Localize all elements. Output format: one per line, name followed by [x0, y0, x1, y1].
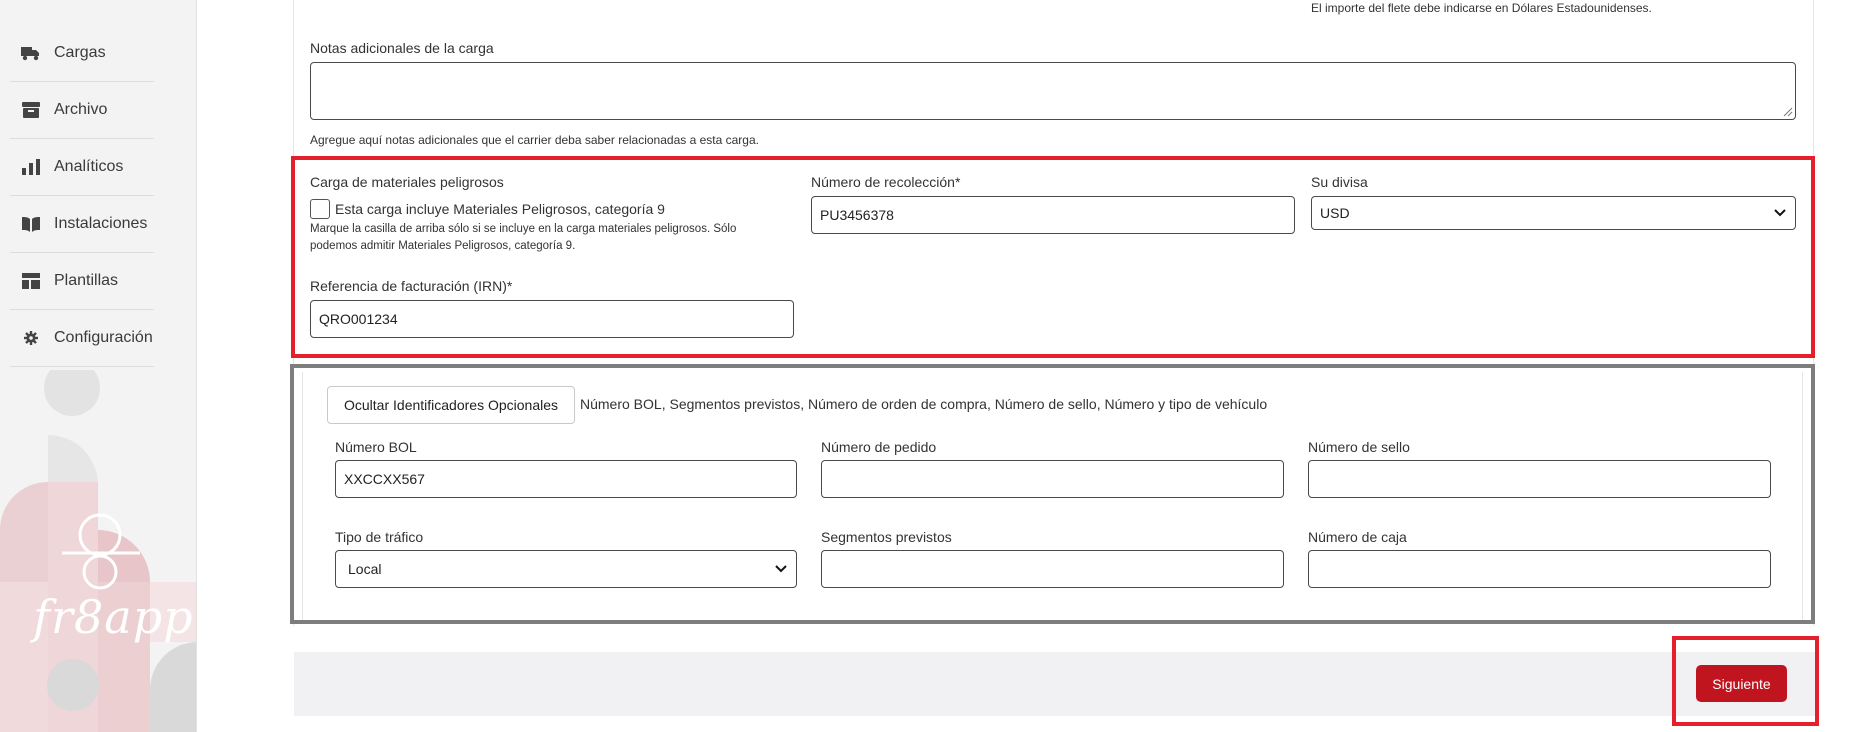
pickup-number-label: Número de recolección* [811, 174, 961, 190]
seal-number-input[interactable] [1308, 460, 1771, 498]
gear-icon [20, 327, 42, 349]
notes-hint: Agregue aquí notas adicionales que el ca… [310, 133, 759, 147]
sidebar-decoration [0, 370, 196, 732]
optional-identifiers-summary: Número BOL, Segmentos previstos, Número … [580, 396, 1268, 412]
sidebar: Cargas Archivo Analíticos Instalaciones … [0, 0, 197, 732]
truck-icon [20, 42, 42, 64]
notes-textarea[interactable] [310, 62, 1796, 120]
sidebar-item-label: Plantillas [54, 272, 119, 289]
bol-number-input[interactable]: XXCCXX567 [335, 460, 797, 498]
sidebar-item-archivo[interactable]: Archivo [10, 82, 154, 139]
box-number-input[interactable] [1308, 550, 1771, 588]
billing-reference-label: Referencia de facturación (IRN)* [310, 278, 513, 294]
traffic-type-select[interactable]: Local [335, 550, 797, 588]
chevron-down-icon [1774, 209, 1786, 217]
hazmat-hint-line-2: podemos admitir Materiales Peligrosos, c… [310, 240, 576, 252]
bar-chart-icon [20, 156, 42, 178]
traffic-type-label: Tipo de tráfico [335, 529, 424, 545]
hazmat-label: Carga de materiales peligrosos [310, 174, 504, 190]
order-number-input[interactable] [821, 460, 1284, 498]
resize-handle-icon[interactable] [1783, 107, 1793, 117]
sidebar-item-plantillas[interactable]: Plantillas [10, 253, 154, 310]
freight-currency-hint: El importe del flete debe indicarse en D… [1311, 1, 1652, 15]
brand-logo: fr8app [33, 590, 194, 644]
notes-label: Notas adicionales de la carga [310, 40, 494, 56]
order-number-label: Número de pedido [821, 439, 937, 455]
sidebar-item-instalaciones[interactable]: Instalaciones [10, 196, 154, 253]
sidebar-nav: Cargas Archivo Analíticos Instalaciones … [10, 25, 154, 367]
hazmat-checkbox-label: Esta carga incluye Materiales Peligrosos… [335, 201, 665, 217]
sidebar-item-cargas[interactable]: Cargas [10, 25, 154, 82]
next-button[interactable]: Siguiente [1696, 665, 1787, 702]
seal-number-label: Número de sello [1308, 439, 1410, 455]
planned-segments-input[interactable] [821, 550, 1284, 588]
bol-number-label: Número BOL [335, 439, 417, 455]
sidebar-item-label: Configuración [54, 329, 153, 346]
currency-select[interactable]: USD [1311, 196, 1796, 230]
archive-box-icon [20, 99, 42, 121]
hazmat-hint-line-1: Marque la casilla de arriba sólo si se i… [310, 223, 737, 235]
sidebar-item-label: Cargas [54, 44, 106, 61]
sidebar-item-label: Analíticos [54, 158, 124, 175]
sidebar-item-label: Archivo [54, 101, 108, 118]
chevron-down-icon [775, 565, 787, 573]
book-icon [20, 213, 42, 235]
sidebar-item-configuracion[interactable]: Configuración [10, 310, 154, 367]
hide-optional-identifiers-button[interactable]: Ocultar Identificadores Opcionales [327, 386, 575, 424]
pickup-number-input[interactable]: PU3456378 [811, 196, 1295, 234]
planned-segments-label: Segmentos previstos [821, 529, 952, 545]
billing-reference-input[interactable]: QRO001234 [310, 300, 794, 338]
sidebar-item-label: Instalaciones [54, 215, 148, 232]
template-icon [20, 270, 42, 292]
hazmat-checkbox[interactable] [310, 199, 330, 219]
currency-label: Su divisa [1311, 174, 1368, 190]
form-footer [294, 652, 1815, 716]
box-number-label: Número de caja [1308, 529, 1407, 545]
sidebar-item-analiticos[interactable]: Analíticos [10, 139, 154, 196]
